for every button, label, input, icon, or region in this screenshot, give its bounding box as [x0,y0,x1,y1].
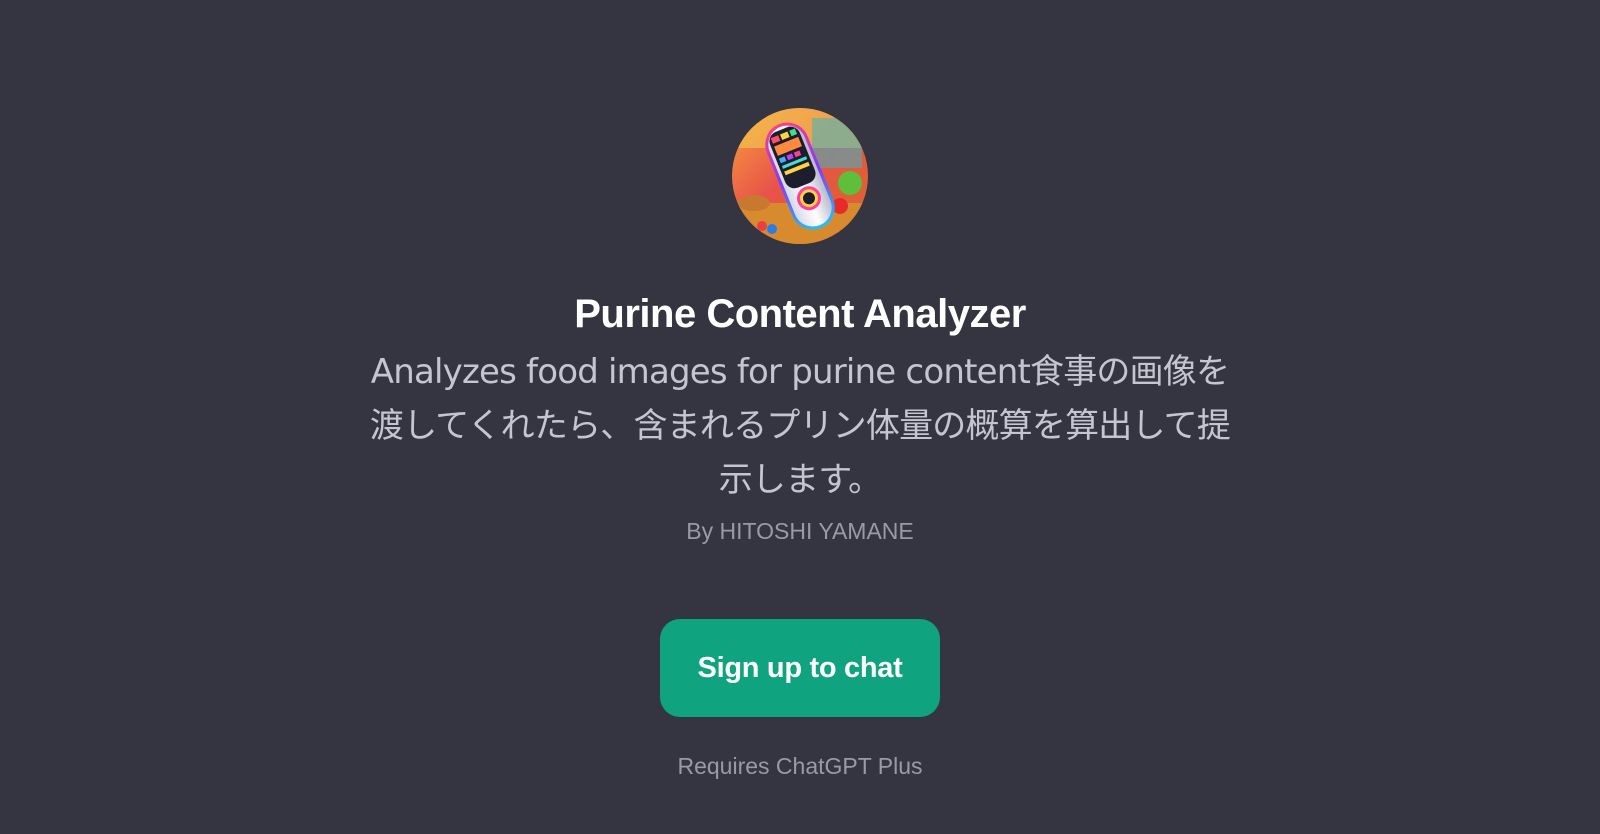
gpt-author: By HITOSHI YAMANE [686,518,914,544]
sign-up-to-chat-button[interactable]: Sign up to chat [660,619,940,717]
gpt-title: Purine Content Analyzer [574,292,1026,336]
gpt-landing-page: Purine Content Analyzer Analyzes food im… [0,0,1600,834]
purine-analyzer-device-icon [732,108,868,244]
gpt-avatar [732,108,868,244]
gpt-description: Analyzes food images for purine content食… [369,352,1231,500]
requirement-note: Requires ChatGPT Plus [677,753,923,779]
